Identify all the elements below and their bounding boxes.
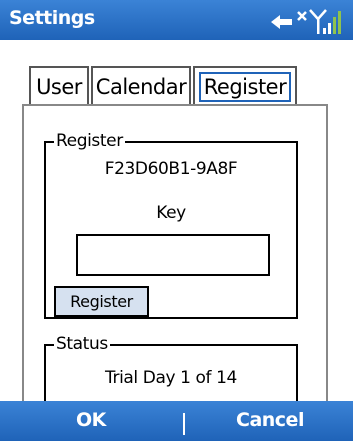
status-icons (271, 9, 341, 34)
ok-softkey[interactable]: OK (76, 409, 106, 431)
register-group-legend: Register (54, 131, 125, 151)
tab-register[interactable]: Register (193, 66, 297, 105)
connection-icon (271, 11, 307, 29)
tab-register-label: Register (198, 71, 292, 102)
tab-calendar[interactable]: Calendar (91, 66, 191, 105)
tab-user-label: User (36, 74, 82, 99)
register-group: Register F23D60B1-9A8F Key Register (44, 131, 298, 319)
tab-user[interactable]: User (29, 66, 89, 105)
key-label: Key (156, 203, 186, 223)
status-group: Status Trial Day 1 of 14 (44, 334, 298, 401)
status-group-legend: Status (54, 334, 110, 354)
softkey-divider (183, 413, 185, 435)
device-id-text: F23D60B1-9A8F (104, 159, 238, 179)
status-text: Trial Day 1 of 14 (105, 368, 237, 388)
cancel-softkey[interactable]: Cancel (236, 409, 304, 431)
register-button[interactable]: Register (54, 286, 149, 317)
signal-icon (309, 9, 341, 34)
window-title: Settings (9, 7, 95, 29)
tab-calendar-label: Calendar (95, 74, 187, 99)
softkey-bar: OK Cancel (0, 401, 353, 441)
key-input[interactable] (76, 234, 270, 276)
title-bar: Settings (0, 0, 353, 40)
